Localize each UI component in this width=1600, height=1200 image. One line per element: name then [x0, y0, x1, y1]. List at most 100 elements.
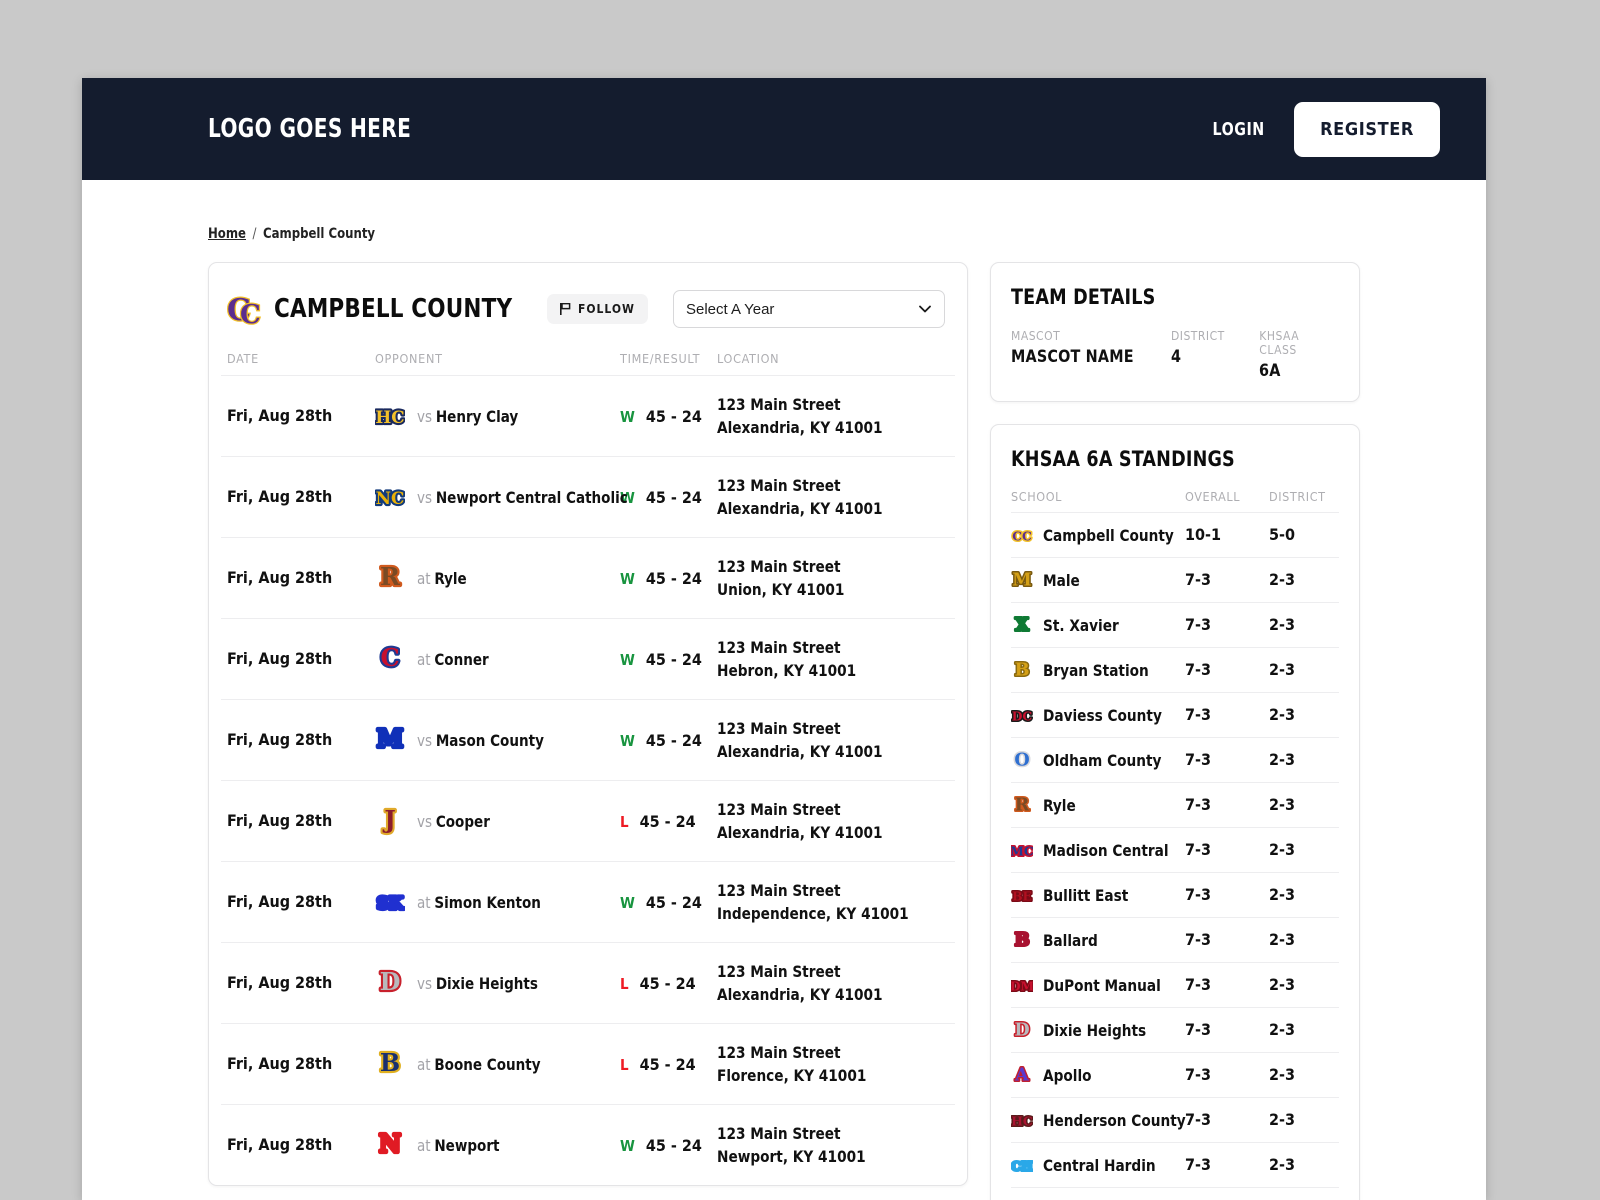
- school-name[interactable]: Bullitt East: [1043, 886, 1128, 905]
- schedule-row[interactable]: Fri, Aug 28th SK SK at Simon Kenton W 45 - 24 1…: [221, 861, 955, 942]
- result-score: 45 - 24: [645, 487, 702, 507]
- school-logo: DM DM: [1011, 974, 1033, 996]
- schedule-date-cell: Fri, Aug 28th: [227, 406, 333, 425]
- location-address-line1: 123 Main Street: [717, 718, 841, 738]
- standings-column-headers: SCHOOL OVERALL DISTRICT: [1011, 489, 1339, 512]
- team-detail-label: DISTRICT: [1170, 329, 1225, 343]
- school-name[interactable]: Male: [1043, 571, 1080, 590]
- opponent-logo: SK SK: [375, 887, 405, 917]
- opponent-logo: BB: [375, 1049, 405, 1079]
- follow-button[interactable]: FOLLOW: [546, 294, 648, 324]
- school-name[interactable]: Central Hardin: [1043, 1156, 1156, 1175]
- opponent-name[interactable]: Boone County: [434, 1055, 540, 1074]
- standings-rows: CC CC Campbell County 10-1 5-0 M M Male 7-3 2-3 X X…: [1011, 512, 1339, 1200]
- standings-school-cell: A A Apollo: [1011, 1064, 1185, 1086]
- opponent-name[interactable]: Newport Central Catholic: [436, 488, 628, 507]
- svg-text:D: D: [380, 968, 401, 996]
- schedule-result-cell: W 45 - 24: [620, 893, 717, 912]
- opponent-prefix: vs: [417, 973, 433, 993]
- school-name[interactable]: Daviess County: [1043, 706, 1162, 725]
- school-name[interactable]: Bryan Station: [1043, 661, 1149, 680]
- register-button[interactable]: REGISTER: [1294, 101, 1440, 157]
- schedule-row[interactable]: Fri, Aug 28th C C at Conner W 45 - 24 123 Main …: [221, 618, 955, 699]
- standings-row[interactable]: CC CC Campbell County 10-1 5-0: [1011, 512, 1339, 557]
- team-detail-value: 6A: [1259, 361, 1281, 381]
- school-name[interactable]: Campbell County: [1043, 526, 1174, 545]
- team-detail-label: KHSAA CLASS: [1259, 329, 1300, 357]
- opponent-prefix: vs: [417, 730, 433, 750]
- standings-row[interactable]: HC HC Henderson County 7-3 2-3: [1011, 1097, 1339, 1142]
- school-name[interactable]: DuPont Manual: [1043, 976, 1161, 995]
- standings-row[interactable]: MC MC Madison Central 7-3 2-3: [1011, 827, 1339, 872]
- standings-overall-cell: 7-3: [1185, 885, 1212, 904]
- column-header-opponent: OPPONENT: [375, 351, 443, 366]
- team-detail-value: MASCOT NAME: [1011, 347, 1134, 367]
- site-logo[interactable]: LOGO GOES HERE: [208, 114, 411, 144]
- standings-overall-cell: 10-1: [1185, 525, 1222, 544]
- opponent-logo: NC NC: [375, 482, 405, 512]
- standings-row[interactable]: DC DC Daviess County 7-3 2-3: [1011, 692, 1339, 737]
- location-address-line1: 123 Main Street: [717, 799, 841, 819]
- schedule-row[interactable]: Fri, Aug 28th HC HC vs Henry Clay W 45 - 24 123…: [221, 375, 955, 456]
- schedule-row[interactable]: Fri, Aug 28th N N at Newport W 45 - 24 123 Main…: [221, 1104, 955, 1185]
- year-select[interactable]: Select A Year: [673, 290, 945, 328]
- login-link[interactable]: LOGIN: [1212, 119, 1264, 140]
- schedule-location-cell: 123 Main Street Alexandria, KY 41001: [717, 717, 949, 763]
- standings-row[interactable]: BE BE Bullitt East 7-3 2-3: [1011, 872, 1339, 917]
- apollo-logo: AA: [1013, 1064, 1031, 1086]
- dixie-heights-logo: DD: [1013, 1019, 1031, 1041]
- schedule-row[interactable]: Fri, Aug 28th J J vs Cooper L 45 - 24 123 Main …: [221, 780, 955, 861]
- school-name[interactable]: Henderson County: [1043, 1111, 1186, 1130]
- nav-actions: LOGIN REGISTER: [1209, 101, 1440, 157]
- opponent-name[interactable]: Ryle: [434, 569, 466, 588]
- opponent-name[interactable]: Newport: [434, 1136, 499, 1155]
- location-address-line1: 123 Main Street: [717, 475, 841, 495]
- opponent-name[interactable]: Dixie Heights: [436, 974, 538, 993]
- standings-row[interactable]: PDPDPaul Laurence Dunbar7-32-3: [1011, 1187, 1339, 1200]
- schedule-rows: Fri, Aug 28th HC HC vs Henry Clay W 45 - 24 123…: [221, 375, 955, 1185]
- standings-row[interactable]: A A Apollo 7-3 2-3: [1011, 1052, 1339, 1097]
- standings-row[interactable]: B B Bryan Station 7-3 2-3: [1011, 647, 1339, 692]
- standings-row[interactable]: B B Ballard 7-3 2-3: [1011, 917, 1339, 962]
- standings-row[interactable]: M M Male 7-3 2-3: [1011, 557, 1339, 602]
- schedule-row[interactable]: Fri, Aug 28th R R at Ryle W 45 - 24 123 Main St…: [221, 537, 955, 618]
- schedule-location-cell: 123 Main Street Independence, KY 41001: [717, 879, 949, 925]
- opponent-name[interactable]: Henry Clay: [436, 407, 518, 426]
- schedule-opponent-cell: NC NC vs Newport Central Catholic: [375, 482, 628, 512]
- opponent-name[interactable]: Mason County: [436, 731, 544, 750]
- standings-overall-cell: 7-3: [1185, 930, 1212, 949]
- schedule-row[interactable]: Fri, Aug 28th NC NC vs Newport Central Catho…: [221, 456, 955, 537]
- standings-row[interactable]: CH CH Central Hardin 7-3 2-3: [1011, 1142, 1339, 1187]
- location-address-line1: 123 Main Street: [717, 961, 841, 981]
- schedule-opponent-cell: M M vs Mason County: [375, 725, 620, 755]
- result-outcome: W: [620, 1136, 635, 1155]
- opponent-prefix: at: [417, 1135, 431, 1155]
- schedule-row[interactable]: Fri, Aug 28th M M vs Mason County W 45 - 24 123…: [221, 699, 955, 780]
- opponent-name[interactable]: Cooper: [436, 812, 490, 831]
- column-header-district: DISTRICT: [1269, 489, 1326, 504]
- top-navigation-bar: LOGO GOES HERE LOGIN REGISTER: [82, 78, 1486, 180]
- opponent-name[interactable]: Simon Kenton: [434, 893, 541, 912]
- team-detail-value: 4: [1170, 347, 1182, 367]
- school-name[interactable]: Apollo: [1043, 1066, 1092, 1085]
- school-name[interactable]: St. Xavier: [1043, 616, 1119, 635]
- standings-row[interactable]: X X St. Xavier 7-3 2-3: [1011, 602, 1339, 647]
- school-name[interactable]: Dixie Heights: [1043, 1021, 1146, 1040]
- schedule-opponent-cell: D D vs Dixie Heights: [375, 968, 620, 998]
- schedule-row[interactable]: Fri, Aug 28th D D vs Dixie Heights L 45 - 24 12…: [221, 942, 955, 1023]
- school-name[interactable]: Ryle: [1043, 796, 1076, 815]
- school-name[interactable]: Madison Central: [1043, 841, 1169, 860]
- location-address-line2: Florence, KY 41001: [717, 1066, 867, 1085]
- school-name[interactable]: Oldham County: [1043, 751, 1161, 770]
- schedule-row[interactable]: Fri, Aug 28th B B at Boone County L 45 - 24 123…: [221, 1023, 955, 1104]
- schedule-result-cell: W 45 - 24: [620, 650, 717, 669]
- standings-row[interactable]: R R Ryle 7-3 2-3: [1011, 782, 1339, 827]
- standings-row[interactable]: DM DM DuPont Manual 7-3 2-3: [1011, 962, 1339, 1007]
- opponent-logo: HC HC: [375, 401, 405, 431]
- standings-row[interactable]: O O Oldham County 7-3 2-3: [1011, 737, 1339, 782]
- opponent-name[interactable]: Conner: [434, 650, 488, 669]
- school-name[interactable]: Ballard: [1043, 931, 1098, 950]
- breadcrumb-home-link[interactable]: Home: [208, 226, 246, 242]
- standings-row[interactable]: D D Dixie Heights 7-3 2-3: [1011, 1007, 1339, 1052]
- page-title: CAMPBELL COUNTY: [274, 294, 513, 324]
